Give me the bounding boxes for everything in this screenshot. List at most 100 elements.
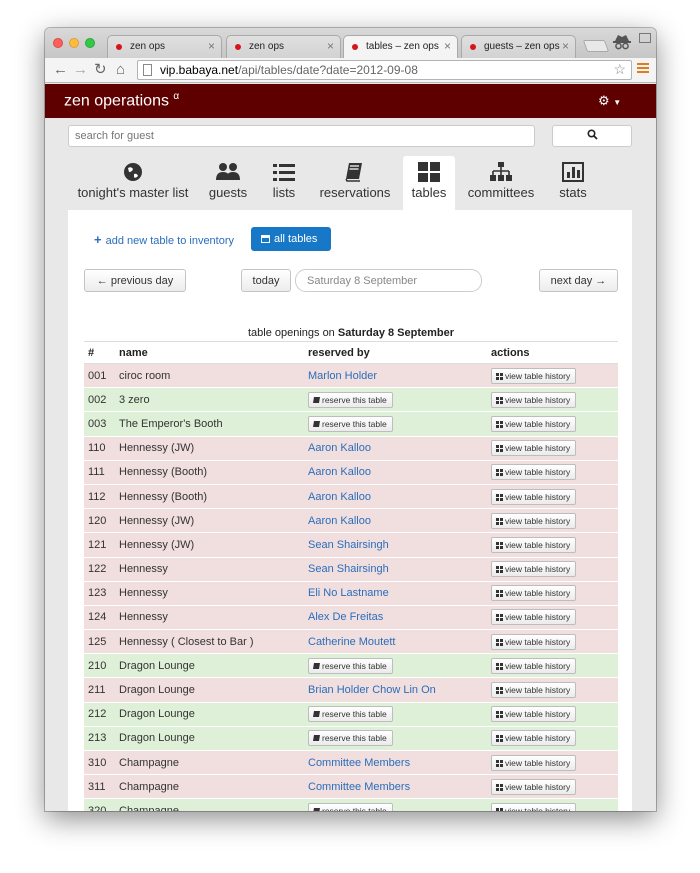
view-history-button[interactable]: view table history: [491, 730, 577, 747]
reserved-by-cell: Committee Members: [308, 750, 491, 776]
view-history-button[interactable]: view table history: [491, 488, 577, 505]
reserve-table-button[interactable]: reserve this table: [308, 730, 393, 747]
actions-cell: view table history: [491, 702, 618, 727]
previous-day-button[interactable]: ← previous day: [84, 269, 186, 292]
date-input[interactable]: Saturday 8 September: [295, 269, 482, 292]
close-window-button[interactable]: [53, 38, 63, 48]
nav-tab-tables[interactable]: tables: [403, 156, 455, 210]
view-history-button[interactable]: view table history: [491, 682, 577, 699]
nav-tab-label: reservations: [319, 185, 391, 200]
nav-tab-guests[interactable]: guests: [200, 156, 256, 210]
view-history-button[interactable]: view table history: [491, 536, 577, 553]
table-row: 122 Hennessy Sean Shairsingh view table his…: [84, 557, 618, 582]
reserve-table-button[interactable]: reserve this table: [308, 657, 393, 674]
view-history-button[interactable]: view table history: [491, 367, 577, 384]
nav-tab-master-list[interactable]: tonight's master list: [68, 156, 198, 210]
view-history-button[interactable]: view table history: [491, 802, 577, 811]
reserved-by-link[interactable]: Sean Shairsingh: [308, 539, 389, 551]
actions-cell: view table history: [491, 581, 618, 606]
view-history-button[interactable]: view table history: [491, 706, 577, 723]
reserved-by-link[interactable]: Committee Members: [308, 781, 410, 793]
view-history-button[interactable]: view table history: [491, 561, 577, 578]
table-name: Dragon Lounge: [119, 702, 308, 727]
view-history-button[interactable]: view table history: [491, 391, 577, 408]
grid-icon: [496, 372, 503, 380]
table-name: Champagne: [119, 798, 308, 811]
close-tab-icon[interactable]: ×: [562, 39, 569, 53]
nav-tab-committees[interactable]: committees: [462, 156, 540, 210]
reload-icon[interactable]: ↻: [94, 61, 107, 79]
table-row: 211 Dragon Lounge Brian Holder Chow Lin On…: [84, 677, 618, 703]
reserved-by-link[interactable]: Brian Holder Chow Lin On: [308, 684, 436, 696]
search-button[interactable]: [552, 125, 632, 147]
bookmark-star-icon[interactable]: ☆: [613, 61, 626, 78]
reserve-table-button[interactable]: reserve this table: [308, 706, 393, 723]
zoom-window-button[interactable]: [85, 38, 95, 48]
table-row: 124 Hennessy Alex De Freitas view table his…: [84, 605, 618, 631]
view-history-button[interactable]: view table history: [491, 633, 577, 650]
browser-tab-active[interactable]: tables – zen ops ×: [343, 35, 458, 58]
close-tab-icon[interactable]: ×: [327, 39, 334, 53]
reserved-by-cell: Alex De Freitas: [308, 605, 491, 631]
table-number: 123: [84, 581, 119, 606]
add-table-link[interactable]: + add new table to inventory: [94, 232, 234, 247]
forward-icon[interactable]: →: [73, 61, 88, 79]
view-history-button[interactable]: view table history: [491, 440, 577, 457]
actions-cell: view table history: [491, 726, 618, 752]
browser-tab[interactable]: guests – zen ops ×: [461, 35, 576, 58]
view-history-button[interactable]: view table history: [491, 585, 577, 602]
home-icon[interactable]: ⌂: [116, 61, 125, 79]
nav-tab-lists[interactable]: lists: [260, 156, 308, 210]
today-button[interactable]: today: [241, 269, 291, 292]
table-number: 003: [84, 411, 119, 437]
book-icon: [313, 735, 320, 742]
reserved-by-link[interactable]: Alex De Freitas: [308, 611, 383, 623]
minimize-window-button[interactable]: [69, 38, 79, 48]
reserve-table-button[interactable]: reserve this table: [308, 415, 393, 432]
view-history-button[interactable]: view table history: [491, 609, 577, 626]
reserved-by-link[interactable]: Aaron Kalloo: [308, 515, 371, 527]
close-tab-icon[interactable]: ×: [444, 39, 451, 53]
search-input[interactable]: [68, 125, 535, 147]
view-history-label: view table history: [505, 370, 571, 381]
browser-tab[interactable]: zen ops ×: [226, 35, 341, 58]
view-history-button[interactable]: view table history: [491, 415, 577, 432]
close-tab-icon[interactable]: ×: [208, 39, 215, 53]
nav-tab-stats[interactable]: stats: [550, 156, 596, 210]
address-bar[interactable]: vip.babaya.net/api/tables/date?date=2012…: [137, 60, 632, 80]
reserved-by-link[interactable]: Catherine Moutett: [308, 636, 395, 648]
reserved-by-link[interactable]: Eli No Lastname: [308, 587, 389, 599]
table-row: 110 Hennessy (JW) Aaron Kalloo view table h…: [84, 436, 618, 461]
view-history-label: view table history: [505, 515, 571, 526]
reserve-table-button[interactable]: reserve this table: [308, 802, 393, 811]
view-history-label: view table history: [505, 636, 571, 647]
view-history-button[interactable]: view table history: [491, 754, 577, 771]
reserved-by-link[interactable]: Marlon Holder: [308, 370, 377, 382]
reserve-table-button[interactable]: reserve this table: [308, 391, 393, 408]
settings-dropdown[interactable]: ⚙ ▼: [598, 93, 621, 109]
back-icon[interactable]: ←: [53, 61, 68, 79]
view-history-button[interactable]: view table history: [491, 512, 577, 529]
view-history-button[interactable]: view table history: [491, 464, 577, 481]
new-tab-button[interactable]: [582, 40, 610, 52]
browser-tab[interactable]: zen ops ×: [107, 35, 222, 58]
reserved-by-link[interactable]: Aaron Kalloo: [308, 442, 371, 454]
all-tables-button[interactable]: all tables: [251, 227, 331, 251]
reserved-by-link[interactable]: Aaron Kalloo: [308, 466, 371, 478]
view-history-button[interactable]: view table history: [491, 778, 577, 795]
next-day-button[interactable]: next day →: [539, 269, 618, 292]
browser-menu-icon[interactable]: [637, 63, 649, 75]
incognito-icon: [611, 32, 633, 54]
nav-tab-reservations[interactable]: reservations: [314, 156, 396, 210]
reserved-by-link[interactable]: Sean Shairsingh: [308, 563, 389, 575]
brand-logo[interactable]: zen operations α: [64, 91, 179, 110]
actions-cell: view table history: [491, 605, 618, 631]
fullscreen-icon[interactable]: [639, 33, 651, 43]
grid-icon: [496, 614, 503, 622]
table-row: 125 Hennessy ( Closest to Bar ) Catherine …: [84, 629, 618, 655]
table-number: 110: [84, 436, 119, 461]
grid-icon: [496, 541, 503, 549]
view-history-button[interactable]: view table history: [491, 657, 577, 674]
reserved-by-link[interactable]: Committee Members: [308, 757, 410, 769]
reserved-by-link[interactable]: Aaron Kalloo: [308, 491, 371, 503]
